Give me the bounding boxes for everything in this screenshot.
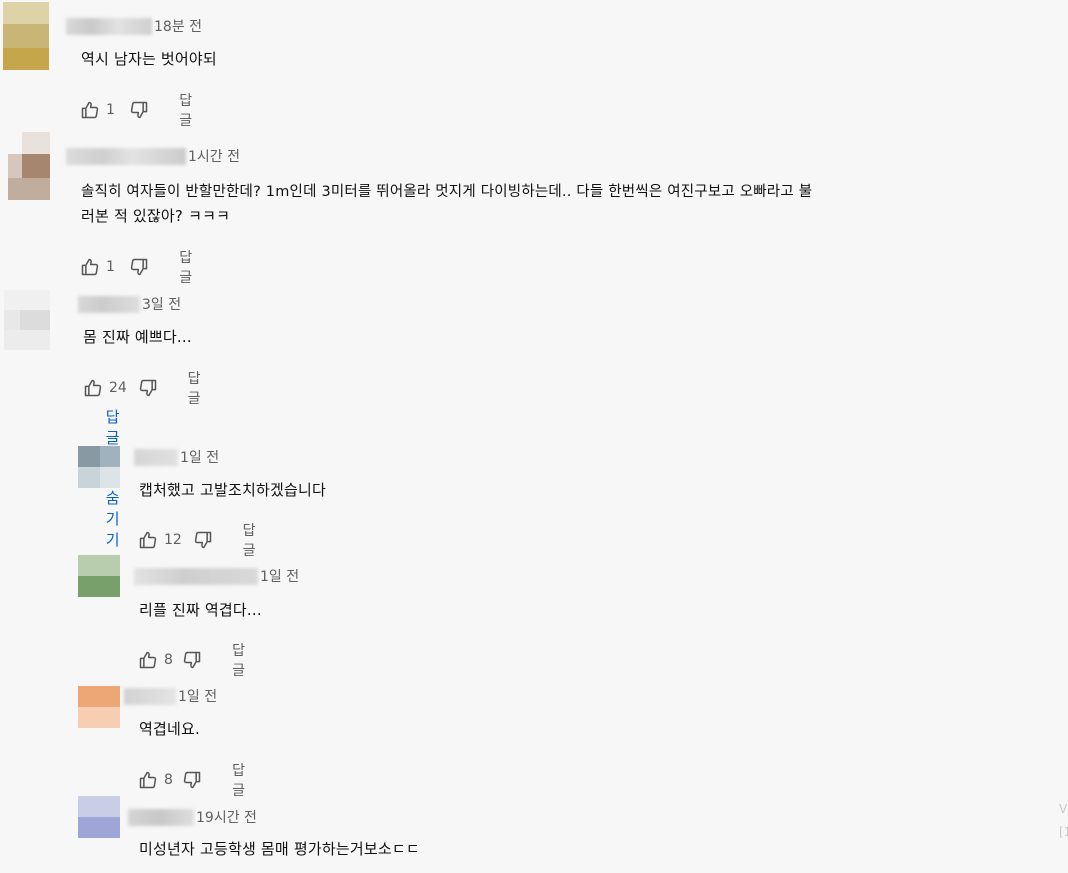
reply-header: 19시간 전 xyxy=(128,807,257,827)
comment-actions: 24 답글 xyxy=(83,368,208,408)
dislike-button[interactable] xyxy=(138,378,158,398)
author-name[interactable] xyxy=(78,295,140,313)
avatar[interactable] xyxy=(78,686,120,728)
reply-button[interactable]: 답글 xyxy=(243,520,263,560)
thumb-down-icon xyxy=(131,101,148,119)
reply-actions: 12 답글 xyxy=(138,520,263,560)
like-count: 12 xyxy=(164,532,182,548)
dislike-button[interactable] xyxy=(129,257,149,277)
thumb-down-icon xyxy=(183,651,201,669)
author-name[interactable] xyxy=(66,17,152,35)
comment-header: 3일 전 xyxy=(78,294,181,314)
comment-text: 역시 남자는 벗어야되 xyxy=(81,50,217,68)
reply-button[interactable]: 답글 xyxy=(179,247,199,287)
dislike-button[interactable] xyxy=(182,650,202,670)
reply-text: 역겹네요. xyxy=(139,720,200,738)
avatar[interactable] xyxy=(78,446,120,488)
like-count: 8 xyxy=(164,772,173,788)
author-name[interactable] xyxy=(66,147,186,165)
reply-actions: 8 답글 xyxy=(138,640,251,680)
dislike-button[interactable] xyxy=(182,770,202,790)
reply-text: 미성년자 고등학생 몸매 평가하는거보소ㄷㄷ xyxy=(139,840,420,858)
author-name[interactable] xyxy=(128,808,194,826)
like-button[interactable] xyxy=(138,530,158,550)
like-count: 1 xyxy=(106,102,115,118)
comment-text: 솔직히 여자들이 반할만한데? 1m인데 3미터를 뛰어올라 멋지게 다이빙하는… xyxy=(81,184,813,200)
avatar[interactable] xyxy=(78,796,120,838)
comment-actions: 1 답글 xyxy=(80,90,199,130)
reply-button[interactable]: 답글 xyxy=(179,90,199,130)
avatar[interactable] xyxy=(78,555,120,597)
comment-time[interactable]: 18분 전 xyxy=(154,16,202,36)
thumb-up-icon xyxy=(81,258,99,276)
reply-time[interactable]: 1일 전 xyxy=(260,566,299,586)
comment-actions: 1 답글 xyxy=(80,247,199,287)
comment-time[interactable]: 3일 전 xyxy=(142,294,181,314)
thumb-down-icon xyxy=(183,771,201,789)
author-name[interactable] xyxy=(134,567,258,585)
thumb-down-icon xyxy=(139,379,156,397)
like-count: 24 xyxy=(109,380,127,396)
avatar[interactable] xyxy=(4,290,50,350)
reply-button[interactable]: 답글 xyxy=(232,760,251,800)
comment-text-line-2: 러본 적 있잖아? ㅋㅋㅋ xyxy=(81,207,231,225)
like-button[interactable] xyxy=(138,770,158,790)
reply-button[interactable]: 답글 xyxy=(232,640,251,680)
reply-time[interactable]: 1일 전 xyxy=(178,686,217,706)
like-button[interactable] xyxy=(80,257,100,277)
reply-text: 리플 진짜 역겹다... xyxy=(139,601,262,619)
thumb-up-icon xyxy=(81,101,99,119)
thumb-down-icon xyxy=(194,531,211,549)
author-name[interactable] xyxy=(134,448,178,466)
avatar[interactable] xyxy=(8,132,50,200)
reply-button[interactable]: 답글 xyxy=(188,368,208,408)
reply-actions: 8 답글 xyxy=(138,760,251,800)
reply-time[interactable]: 1일 전 xyxy=(180,447,219,467)
thumb-up-icon xyxy=(139,531,157,549)
comment-time[interactable]: 1시간 전 xyxy=(188,146,240,166)
like-count: 1 xyxy=(106,259,115,275)
thumb-up-icon xyxy=(139,771,157,789)
thumb-up-icon xyxy=(139,651,157,669)
reply-header: 1일 전 xyxy=(134,566,299,586)
reply-header: 1일 전 xyxy=(134,447,219,467)
thumb-down-icon xyxy=(131,258,148,276)
like-button[interactable] xyxy=(138,650,158,670)
dislike-button[interactable] xyxy=(129,100,149,120)
like-count: 8 xyxy=(164,652,173,668)
reply-text: 캡처했고 고발조치하겠습니다 xyxy=(139,481,326,499)
edge-text: V xyxy=(1059,802,1068,816)
author-name[interactable] xyxy=(124,687,176,705)
comment-header: 1시간 전 xyxy=(66,146,240,166)
dislike-button[interactable] xyxy=(193,530,213,550)
reply-time[interactable]: 19시간 전 xyxy=(196,807,257,827)
edge-text: [1 xyxy=(1059,825,1068,839)
like-button[interactable] xyxy=(83,378,103,398)
comment-header: 18분 전 xyxy=(66,16,202,36)
comment-text: 몸 진짜 예쁘다... xyxy=(83,328,192,346)
reply-header: 1일 전 xyxy=(124,686,217,706)
thumb-up-icon xyxy=(84,379,102,397)
like-button[interactable] xyxy=(80,100,100,120)
avatar[interactable] xyxy=(3,2,49,70)
